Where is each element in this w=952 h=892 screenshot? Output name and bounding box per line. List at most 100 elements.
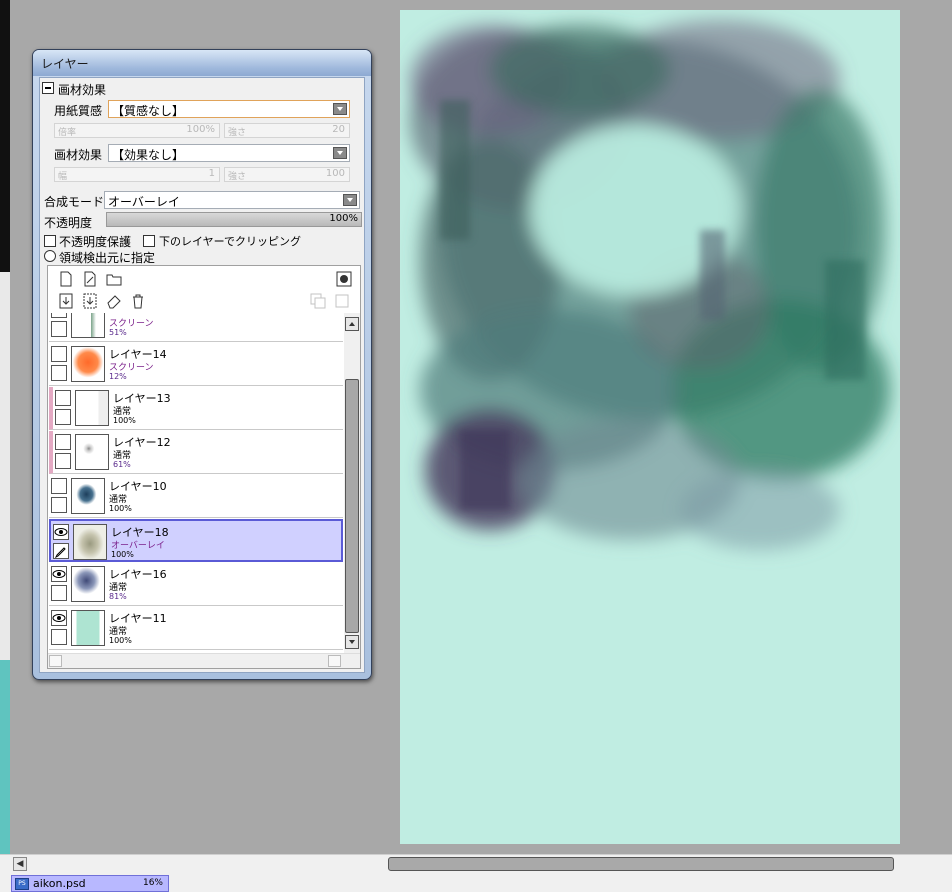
blend-mode-label: 合成モード — [44, 195, 105, 209]
visibility-toggle[interactable] — [55, 390, 71, 406]
visibility-toggle[interactable] — [55, 434, 71, 450]
visibility-toggle[interactable] — [51, 478, 67, 494]
texture-scale-value: 100% — [186, 124, 215, 135]
texture-strength-slider[interactable]: 強さ 20 — [224, 123, 350, 138]
layer-thumbnail — [71, 566, 105, 602]
clipping-label: 下のレイヤーでクリッピング — [159, 235, 302, 248]
texture-scale-slider[interactable]: 倍率 100% — [54, 123, 220, 138]
document-zoom: 16% — [142, 878, 163, 888]
canvas-scroll-thumb[interactable] — [388, 857, 894, 871]
clipping-checkbox[interactable] — [143, 235, 155, 247]
texture-strength-value: 20 — [332, 124, 345, 135]
lock-toggle[interactable] — [51, 365, 67, 381]
visibility-eye-icon[interactable] — [51, 610, 67, 626]
new-linework-layer-icon[interactable] — [82, 271, 98, 287]
merge-visible-icon — [335, 294, 349, 308]
canvas-hscrollbar[interactable]: ◀ — [0, 854, 952, 872]
layer-row[interactable]: レイヤー12 通常 61% — [49, 431, 343, 474]
drawing-canvas[interactable] — [400, 10, 900, 844]
layer-row[interactable]: レイヤー18 オーバーレイ 100% — [49, 519, 343, 562]
effect-strength-slider[interactable]: 強さ 100 — [224, 167, 350, 182]
preserve-opacity-checkbox[interactable] — [44, 235, 56, 247]
lock-toggle[interactable] — [51, 585, 67, 601]
chevron-down-icon — [333, 147, 347, 159]
trash-icon[interactable] — [130, 293, 146, 309]
left-edge-dark — [0, 0, 10, 272]
layer-mask-icon[interactable] — [336, 271, 352, 287]
chevron-down-icon — [343, 194, 357, 206]
effect-width-label: 幅 — [58, 172, 68, 182]
layer-thumbnail — [73, 524, 107, 560]
effect-strength-label: 強さ — [228, 172, 247, 182]
new-layer-icon[interactable] — [58, 271, 74, 287]
folder-icon[interactable] — [106, 271, 122, 287]
paper-texture-label: 用紙質感 — [54, 104, 103, 118]
collapse-toggle[interactable] — [42, 82, 54, 94]
scroll-thumb[interactable] — [345, 379, 359, 633]
layer-row[interactable]: レイヤー11 通常 100% — [49, 607, 343, 650]
paper-texture-select[interactable]: 【質感なし】 — [108, 100, 350, 118]
scroll-left-button[interactable] — [49, 655, 62, 667]
edit-pen-icon[interactable] — [53, 543, 69, 559]
layer-row[interactable]: レイヤー14 スクリーン 12% — [49, 343, 343, 386]
texture-strength-label: 強さ — [228, 128, 247, 138]
material-effect-value: 【効果なし】 — [112, 148, 185, 162]
duplicate-layer-icon — [310, 293, 326, 309]
texture-scale-label: 倍率 — [58, 128, 77, 138]
visibility-toggle[interactable] — [51, 313, 67, 318]
layer-row[interactable]: スクリーン 51% — [49, 313, 343, 342]
layer-opacity: 100% — [109, 636, 132, 645]
merge-down-icon[interactable] — [82, 293, 98, 309]
visibility-eye-icon[interactable] — [51, 566, 67, 582]
layer-opacity: 100% — [113, 416, 136, 425]
left-edge-light — [0, 272, 10, 660]
lock-toggle[interactable] — [51, 321, 67, 337]
eraser-icon[interactable] — [106, 293, 122, 309]
effect-width-slider[interactable]: 幅 1 — [54, 167, 220, 182]
layer-list: スクリーン 51% レイヤー14 スクリーン 12% レイヤー13 通常 100% レイヤー12… — [47, 265, 361, 669]
canvas-artwork — [410, 20, 890, 550]
layer-row[interactable]: レイヤー10 通常 100% — [49, 475, 343, 518]
visibility-eye-icon[interactable] — [53, 524, 69, 540]
blend-mode-select[interactable]: オーバーレイ — [104, 191, 360, 209]
layer-thumbnail — [75, 390, 109, 426]
minus-icon — [45, 87, 51, 89]
effect-strength-value: 100 — [325, 168, 345, 179]
material-effect-select[interactable]: 【効果なし】 — [108, 144, 350, 162]
layer-thumbnail — [71, 313, 105, 338]
lock-toggle[interactable] — [51, 629, 67, 645]
opacity-slider[interactable]: 100% — [106, 212, 362, 227]
layer-rows: スクリーン 51% レイヤー14 スクリーン 12% レイヤー13 通常 100% レイヤー12… — [49, 313, 343, 653]
layer-opacity: 81% — [109, 592, 127, 601]
scroll-left-button[interactable]: ◀ — [13, 857, 27, 871]
layer-row[interactable]: レイヤー13 通常 100% — [49, 387, 343, 430]
layer-row[interactable]: レイヤー16 通常 81% — [49, 563, 343, 606]
selection-source-radio[interactable] — [44, 250, 56, 262]
scroll-right-button[interactable] — [328, 655, 341, 667]
opacity-value: 100% — [329, 213, 358, 224]
document-tab[interactable]: PS aikon.psd 16% — [11, 875, 169, 892]
blend-mode-value: オーバーレイ — [108, 195, 180, 209]
opacity-label: 不透明度 — [44, 216, 93, 230]
chevron-down-icon — [333, 103, 347, 115]
material-effect-label: 画材効果 — [54, 148, 103, 162]
layer-panel-titlebar[interactable]: レイヤー — [33, 50, 371, 76]
status-bar: PS aikon.psd 16% — [0, 872, 952, 892]
transfer-down-icon[interactable] — [58, 293, 74, 309]
layer-thumbnail — [75, 434, 109, 470]
lock-toggle[interactable] — [55, 409, 71, 425]
psd-file-icon: PS — [15, 878, 29, 890]
left-edge-teal — [0, 660, 10, 856]
lock-toggle[interactable] — [51, 497, 67, 513]
layer-thumbnail — [71, 478, 105, 514]
scroll-down-button[interactable] — [345, 635, 359, 649]
layer-toolbar-top — [48, 269, 360, 291]
layer-panel-title: レイヤー — [41, 57, 89, 71]
visibility-toggle[interactable] — [51, 346, 67, 362]
layer-list-hscrollbar[interactable] — [48, 653, 360, 668]
scroll-up-button[interactable] — [345, 317, 359, 331]
lock-toggle[interactable] — [55, 453, 71, 469]
layer-list-scrollbar[interactable] — [344, 313, 360, 653]
document-name: aikon.psd — [33, 877, 86, 890]
layer-thumbnail — [71, 610, 105, 646]
